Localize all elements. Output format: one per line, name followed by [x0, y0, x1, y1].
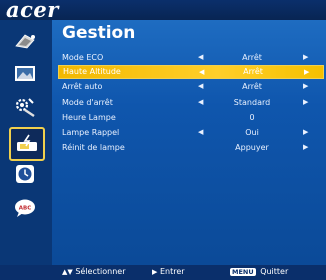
right-arrow-icon[interactable]: ▶ — [303, 79, 308, 94]
row-heure-lampe: Heure Lampe 0 — [58, 110, 324, 125]
right-arrow-icon[interactable]: ▶ — [303, 125, 308, 140]
row-value: Appuyer — [235, 143, 269, 153]
row-label: Heure Lampe — [62, 112, 116, 122]
image-icon[interactable] — [12, 63, 38, 85]
select-hint: ▲▼ Sélectionner — [62, 267, 125, 276]
osd-panel: Gestion Mode ECO ◀ Arrêt ▶ Haute Altitud… — [52, 20, 326, 265]
svg-text:ABC: ABC — [19, 206, 32, 212]
row-value: Arrêt — [242, 53, 262, 62]
settings-icon[interactable] — [12, 96, 38, 118]
timer-icon[interactable] — [12, 163, 38, 185]
left-arrow-icon[interactable]: ◀ — [198, 79, 203, 94]
row-label: Lampe Rappel — [62, 128, 120, 138]
management-icon[interactable] — [9, 127, 45, 161]
row-label: Mode ECO — [62, 53, 104, 62]
row-reinit-lampe[interactable]: Réinit de lampe Appuyer ▶ — [58, 140, 324, 155]
enter-hint: ▶ Entrer — [152, 267, 185, 276]
color-icon[interactable] — [12, 30, 38, 52]
row-arret-auto[interactable]: Arrêt auto ◀ Arrêt ▶ — [58, 79, 324, 94]
left-arrow-icon[interactable]: ◀ — [199, 66, 204, 78]
footer-hints: ▲▼ Sélectionner ▶ Entrer MENU Quitter — [0, 265, 326, 280]
row-value: Arrêt — [242, 82, 262, 92]
right-arrow-icon[interactable]: ▶ — [303, 140, 308, 155]
quit-hint: MENU Quitter — [230, 267, 288, 276]
enter-arrow-icon: ▶ — [152, 268, 158, 276]
settings-list: Mode ECO ◀ Arrêt ▶ Haute Altitude ◀ Arrê… — [58, 50, 326, 156]
up-down-arrows-icon: ▲▼ — [62, 268, 73, 276]
select-hint-label: Sélectionner — [75, 267, 126, 276]
row-label: Réinit de lampe — [62, 143, 125, 153]
row-mode-eco[interactable]: Mode ECO ◀ Arrêt ▶ — [58, 50, 324, 65]
left-arrow-icon[interactable]: ◀ — [198, 125, 203, 140]
language-icon[interactable]: ABC — [12, 197, 38, 219]
row-value: 0 — [249, 112, 255, 122]
panel-title: Gestion — [62, 23, 136, 43]
acer-logo: acer — [6, 0, 59, 22]
quit-hint-label: Quitter — [260, 267, 289, 276]
menu-badge: MENU — [230, 268, 256, 276]
right-arrow-icon[interactable]: ▶ — [303, 95, 308, 110]
row-label: Mode d'arrêt — [62, 97, 113, 107]
row-lampe-rappel[interactable]: Lampe Rappel ◀ Oui ▶ — [58, 125, 324, 140]
row-label: Haute Altitude — [63, 67, 121, 77]
row-haute-altitude[interactable]: Haute Altitude ◀ Arrêt ▶ — [58, 65, 324, 80]
row-label: Arrêt auto — [62, 82, 103, 92]
row-mode-arret[interactable]: Mode d'arrêt ◀ Standard ▶ — [58, 95, 324, 110]
osd-sidebar: ABC — [0, 20, 52, 265]
row-value: Oui — [245, 128, 259, 138]
right-arrow-icon[interactable]: ▶ — [303, 50, 308, 65]
row-value: Arrêt — [243, 67, 263, 77]
header-bar: acer — [0, 0, 326, 22]
enter-hint-label: Entrer — [159, 267, 185, 276]
right-arrow-icon[interactable]: ▶ — [304, 66, 309, 78]
left-arrow-icon[interactable]: ◀ — [198, 95, 203, 110]
left-arrow-icon[interactable]: ◀ — [198, 50, 203, 65]
row-value: Standard — [233, 97, 271, 107]
